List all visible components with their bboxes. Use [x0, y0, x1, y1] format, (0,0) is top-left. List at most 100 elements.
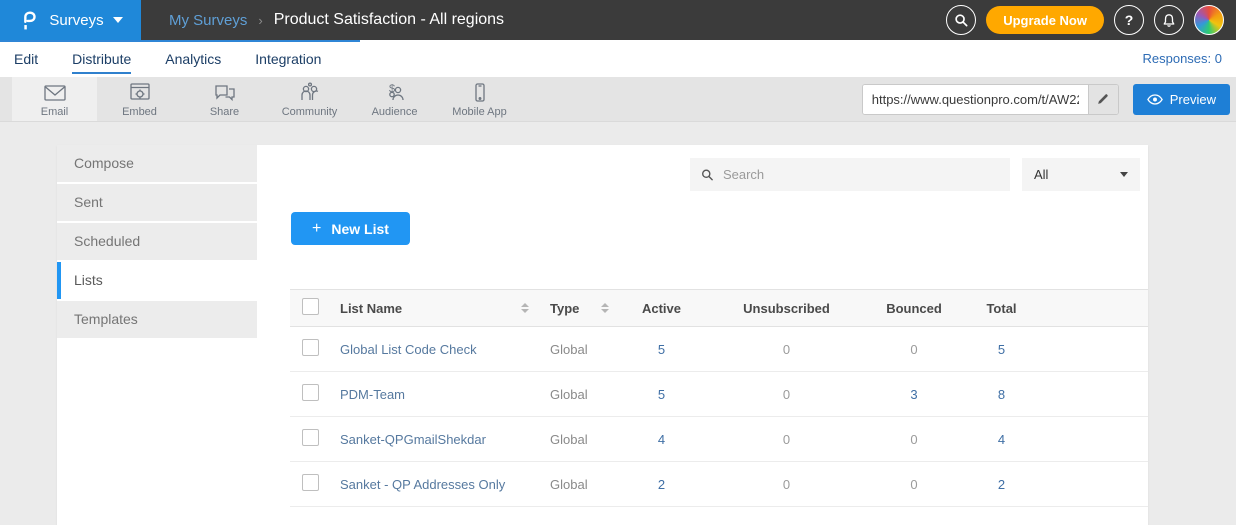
toolbar-item-share[interactable]: Share: [182, 77, 267, 121]
sidebar-item-templates[interactable]: Templates: [57, 301, 257, 338]
col-list-name-label: List Name: [340, 301, 402, 316]
unsubscribed-count[interactable]: 0: [704, 477, 869, 492]
active-count[interactable]: 5: [619, 342, 704, 357]
toolbar-item-label: Mobile App: [452, 106, 506, 118]
list-filter-dropdown[interactable]: All: [1022, 158, 1140, 191]
table-header: List Name Type Active Unsubscribed Bounc…: [290, 289, 1148, 327]
toolbar-item-label: Email: [41, 106, 69, 118]
toolbar-item-audience[interactable]: $ Audience: [352, 77, 437, 121]
total-count[interactable]: 8: [959, 387, 1044, 402]
tab-edit[interactable]: Edit: [14, 43, 38, 74]
header-actions: Upgrade Now ?: [946, 5, 1236, 35]
search-input[interactable]: [723, 167, 999, 182]
sidebar-item-sent[interactable]: Sent: [57, 184, 257, 221]
email-sidebar: Compose Sent Scheduled Lists Templates: [57, 145, 257, 525]
breadcrumb-my-surveys[interactable]: My Surveys: [169, 12, 247, 29]
help-icon[interactable]: ?: [1114, 5, 1144, 35]
search-icon[interactable]: [946, 5, 976, 35]
select-all-checkbox[interactable]: [302, 298, 319, 315]
list-name-link[interactable]: PDM-Team: [334, 387, 539, 402]
lists-main-panel: All + New List List Name: [257, 145, 1148, 525]
list-name-link[interactable]: Global List Code Check: [334, 342, 539, 357]
toolbar-item-embed[interactable]: Embed: [97, 77, 182, 121]
row-checkbox[interactable]: [302, 429, 319, 446]
unsubscribed-count[interactable]: 0: [704, 342, 869, 357]
email-lists-card: Compose Sent Scheduled Lists Templates A…: [57, 145, 1148, 525]
sort-list-name-icon[interactable]: [521, 303, 529, 313]
preview-button[interactable]: Preview: [1133, 84, 1230, 115]
sidebar-item-compose[interactable]: Compose: [57, 145, 257, 182]
list-type: Global: [539, 387, 619, 402]
responses-count[interactable]: Responses: 0: [1143, 51, 1236, 66]
breadcrumb-separator-icon: ›: [258, 13, 262, 28]
col-type-label: Type: [550, 301, 579, 316]
col-active: Active: [619, 301, 704, 316]
total-count[interactable]: 5: [959, 342, 1044, 357]
filter-selected-value: All: [1034, 167, 1048, 182]
actions-row: + New List: [291, 212, 1148, 245]
user-avatar[interactable]: [1194, 5, 1224, 35]
loading-indicator: [0, 40, 360, 42]
survey-title: Product Satisfaction - All regions: [274, 11, 504, 29]
embed-icon: [127, 81, 153, 105]
col-type: Type: [539, 301, 619, 316]
toolbar-item-email[interactable]: Email: [12, 77, 97, 121]
row-checkbox-cell: [290, 474, 334, 494]
unsubscribed-count[interactable]: 0: [704, 387, 869, 402]
table-row: Sanket-QPGmailShekdar Global 4 0 0 4: [290, 417, 1148, 462]
bounced-count[interactable]: 3: [869, 387, 959, 402]
magnifier-icon: [954, 13, 969, 28]
new-list-button[interactable]: + New List: [291, 212, 410, 245]
product-switcher[interactable]: Surveys: [0, 0, 141, 40]
edit-url-button[interactable]: [1088, 85, 1118, 114]
table-row: Global List Code Check Global 5 0 0 5: [290, 327, 1148, 372]
active-count[interactable]: 4: [619, 432, 704, 447]
bounced-count[interactable]: 0: [869, 432, 959, 447]
sort-type-icon[interactable]: [601, 303, 609, 313]
breadcrumb: My Surveys › Product Satisfaction - All …: [169, 11, 504, 29]
row-checkbox[interactable]: [302, 384, 319, 401]
list-type: Global: [539, 477, 619, 492]
tab-analytics[interactable]: Analytics: [165, 43, 221, 74]
row-checkbox[interactable]: [302, 339, 319, 356]
total-count[interactable]: 4: [959, 432, 1044, 447]
chevron-down-icon: [1120, 172, 1128, 177]
tab-distribute[interactable]: Distribute: [72, 43, 131, 74]
bounced-count[interactable]: 0: [869, 477, 959, 492]
bell-icon: [1162, 13, 1176, 28]
row-checkbox-cell: [290, 339, 334, 359]
list-name-link[interactable]: Sanket-QPGmailShekdar: [334, 432, 539, 447]
sidebar-item-scheduled[interactable]: Scheduled: [57, 223, 257, 260]
col-list-name: List Name: [334, 301, 539, 316]
toolbar-item-label: Embed: [122, 106, 157, 118]
survey-nav-bar: Edit Distribute Analytics Integration Re…: [0, 40, 1236, 77]
active-count[interactable]: 5: [619, 387, 704, 402]
share-icon: [212, 81, 238, 105]
row-checkbox-cell: [290, 384, 334, 404]
tab-integration[interactable]: Integration: [255, 43, 321, 74]
toolbar-item-mobile-app[interactable]: Mobile App: [437, 77, 522, 121]
toolbar-item-label: Share: [210, 106, 239, 118]
unsubscribed-count[interactable]: 0: [704, 432, 869, 447]
survey-url-input[interactable]: [863, 85, 1088, 114]
email-icon: [42, 81, 68, 105]
bounced-count[interactable]: 0: [869, 342, 959, 357]
eye-icon: [1147, 94, 1163, 105]
row-checkbox[interactable]: [302, 474, 319, 491]
list-name-link[interactable]: Sanket - QP Addresses Only: [334, 477, 539, 492]
sidebar-item-lists[interactable]: Lists: [57, 262, 257, 299]
table-row: Sanket - QP Addresses Only Global 2 0 0 …: [290, 462, 1148, 507]
toolbar-item-community[interactable]: Community: [267, 77, 352, 121]
active-count[interactable]: 2: [619, 477, 704, 492]
pencil-icon: [1096, 92, 1110, 106]
toolbar-item-label: Community: [282, 106, 338, 118]
total-count[interactable]: 2: [959, 477, 1044, 492]
list-type: Global: [539, 342, 619, 357]
lists-table: List Name Type Active Unsubscribed Bounc…: [290, 289, 1148, 507]
list-type: Global: [539, 432, 619, 447]
search-box: [690, 158, 1010, 191]
notifications-bell-icon[interactable]: [1154, 5, 1184, 35]
chevron-down-icon: [113, 17, 123, 23]
upgrade-now-button[interactable]: Upgrade Now: [986, 6, 1104, 34]
questionpro-logo-icon: [18, 7, 40, 33]
